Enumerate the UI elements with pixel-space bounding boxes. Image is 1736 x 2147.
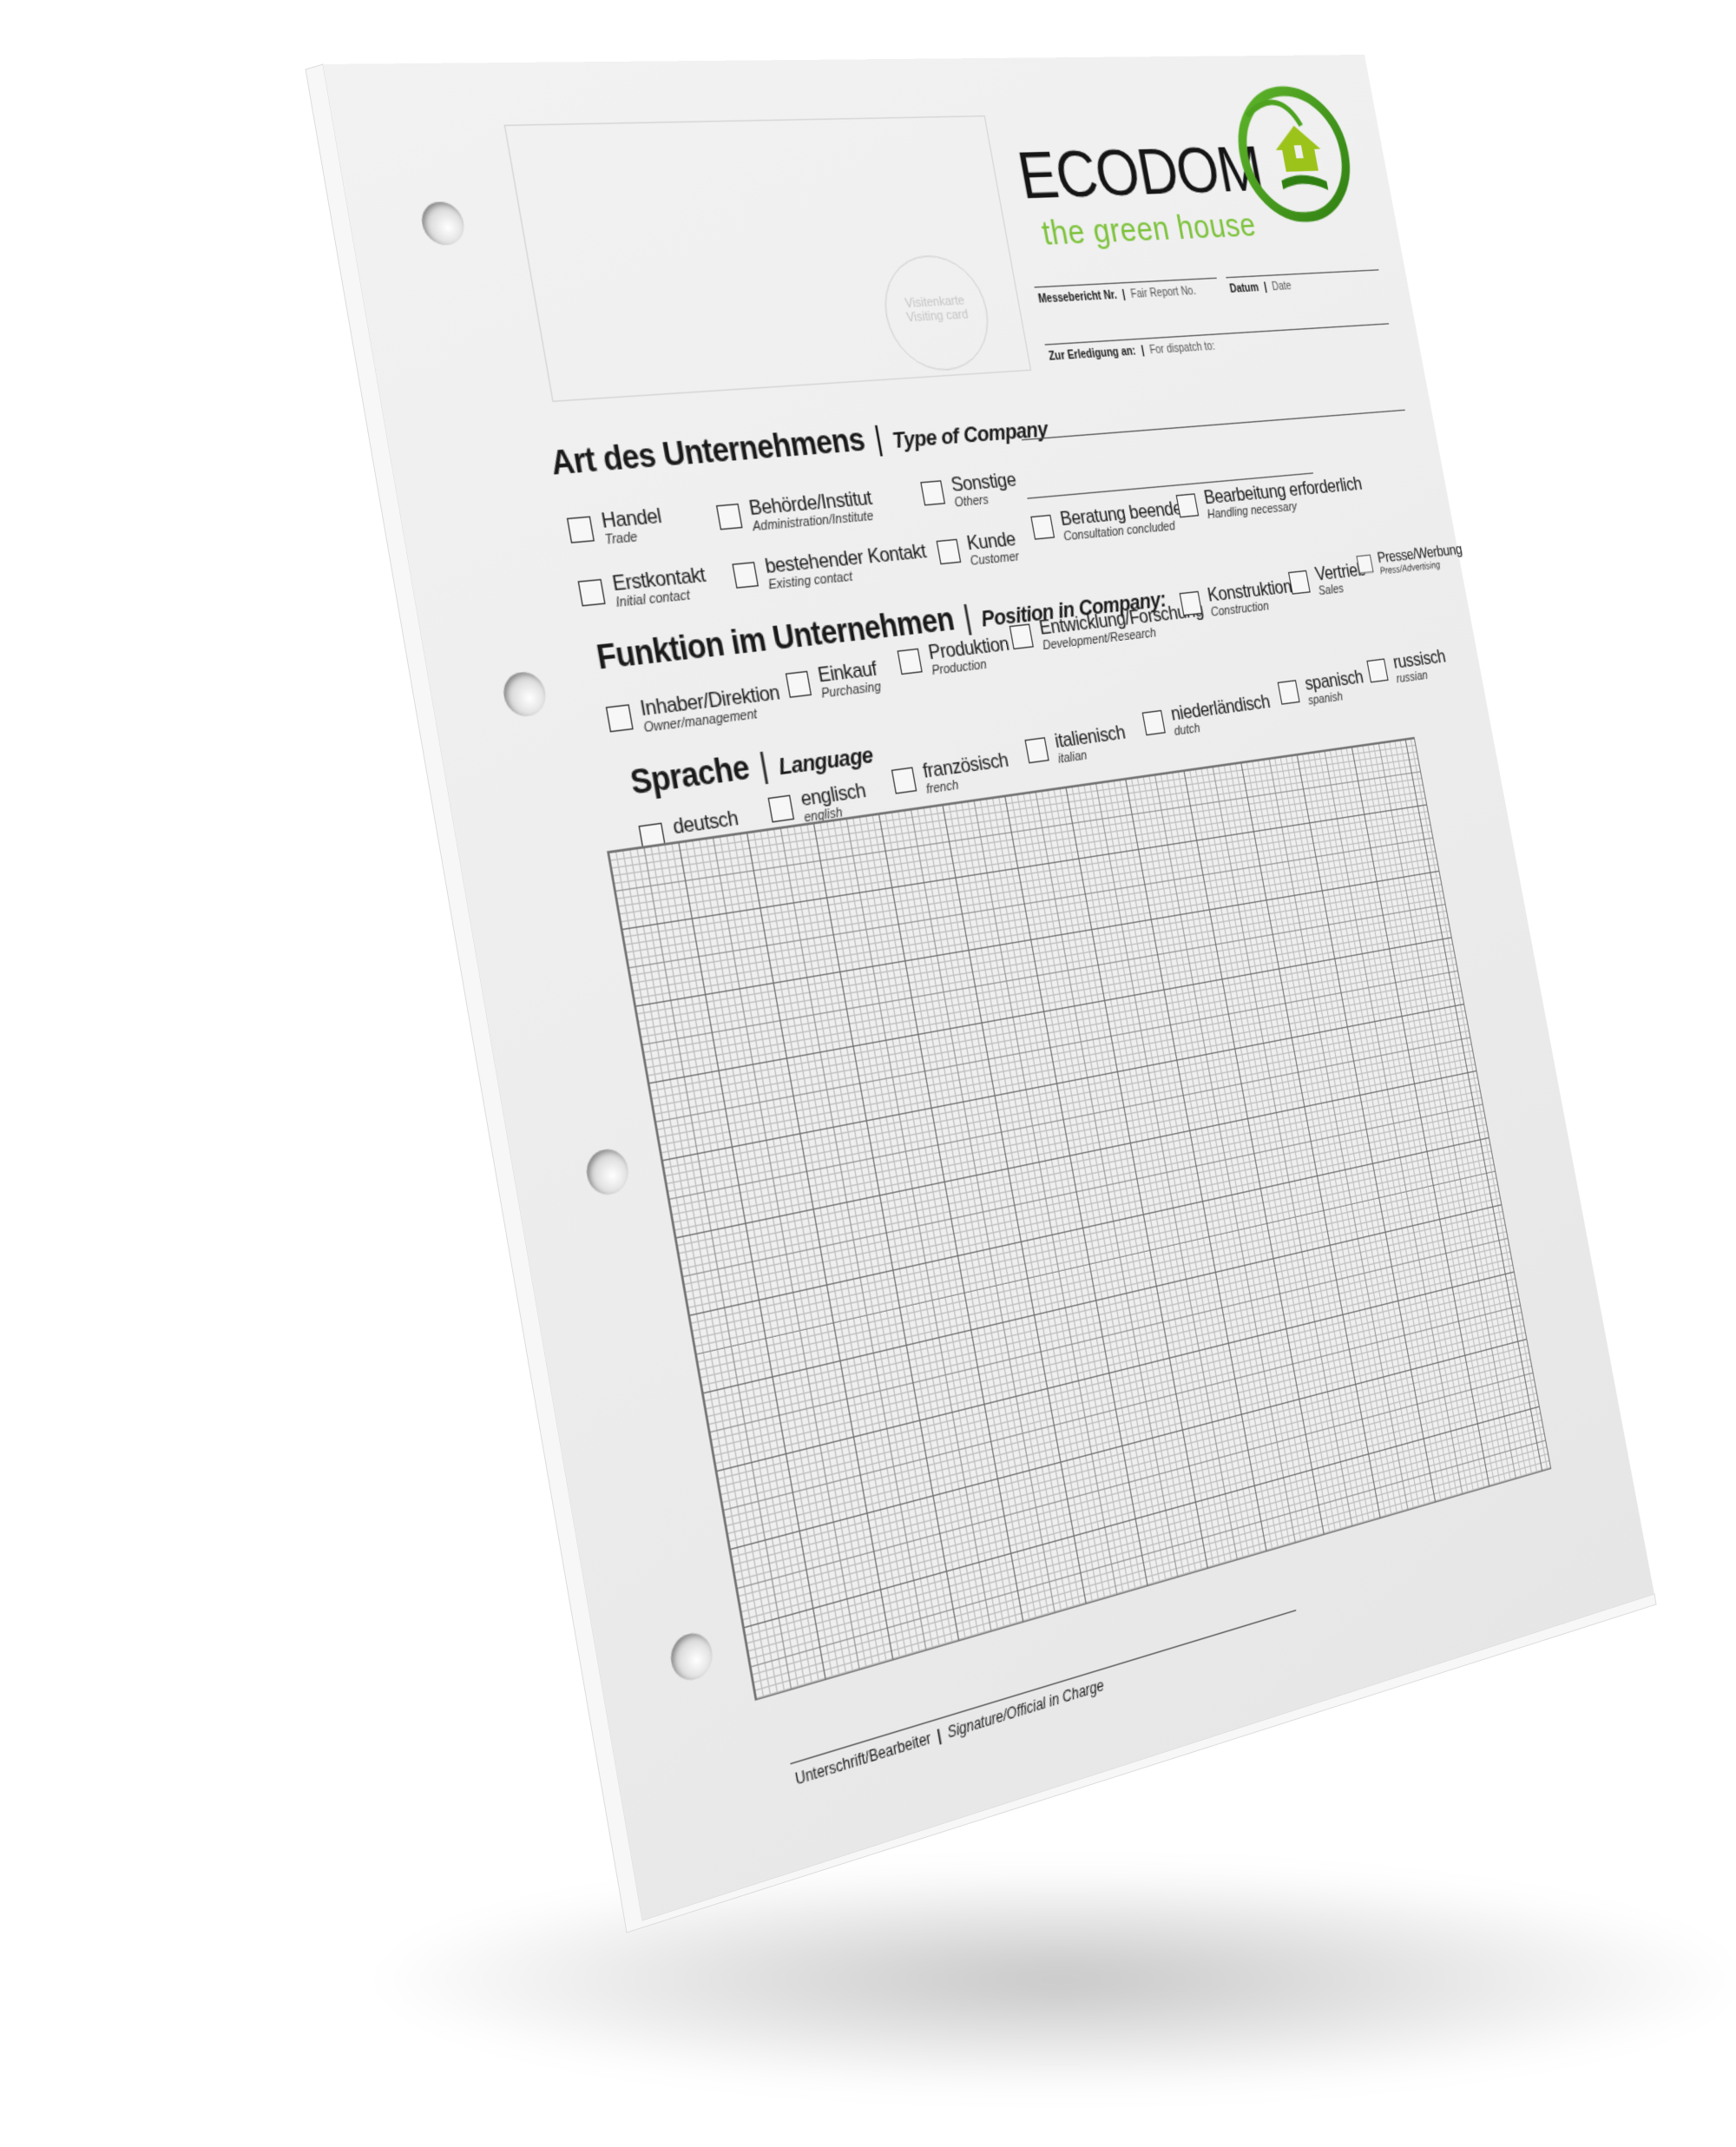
company-type-title-en: Type of Company xyxy=(891,418,1049,454)
option-franzoesisch[interactable]: französisch french xyxy=(891,749,1013,801)
dispatch-line[interactable] xyxy=(1045,323,1390,345)
dispatch-label: Zur Erledigung an: | For dispatch to: xyxy=(1048,340,1216,363)
dispatch-label-de: Zur Erledigung an: xyxy=(1048,346,1137,364)
report-no-label-de: Messebericht Nr. xyxy=(1037,289,1118,306)
company-type-line[interactable] xyxy=(1022,410,1405,441)
checkbox[interactable] xyxy=(1024,737,1049,763)
checkbox[interactable] xyxy=(1030,515,1055,540)
checkbox[interactable] xyxy=(898,649,923,675)
option-sonstige[interactable]: Sonstige Others xyxy=(919,470,1020,513)
separator: | xyxy=(757,747,771,785)
dispatch-label-en: For dispatch to: xyxy=(1148,340,1216,357)
checkbox[interactable] xyxy=(1288,570,1311,595)
checkbox[interactable] xyxy=(732,562,759,589)
visiting-card-stamp: Visitenkarte Visiting card xyxy=(876,254,997,373)
checkbox[interactable] xyxy=(1180,591,1203,616)
punch-hole xyxy=(500,670,549,719)
separator: | xyxy=(936,1726,943,1745)
punch-hole xyxy=(418,201,467,246)
option-kunde[interactable]: Kunde Customer xyxy=(936,529,1021,571)
checkbox[interactable] xyxy=(578,579,606,607)
date-line[interactable] xyxy=(1226,269,1378,278)
checkbox[interactable] xyxy=(891,767,917,794)
language-title-de: Sprache xyxy=(628,748,752,801)
separator: | xyxy=(871,420,884,457)
date-label-en: Date xyxy=(1271,280,1292,293)
option-bestehender-kontakt[interactable]: bestehender Kontakt Existing contact xyxy=(731,541,930,596)
checkbox[interactable] xyxy=(937,539,962,565)
separator: | xyxy=(961,599,974,636)
signature-label: Unterschrift/Bearbeiter | Signature/Offici… xyxy=(794,1676,1106,1788)
option-italienisch[interactable]: italienisch italian xyxy=(1023,722,1129,771)
language-title-en: Language xyxy=(777,743,875,781)
report-no-label-en: Fair Report No. xyxy=(1130,286,1197,301)
punch-hole xyxy=(667,1629,715,1685)
checkbox[interactable] xyxy=(920,480,945,505)
option-presse[interactable]: Presse/Werbung Press/Advertising xyxy=(1356,542,1465,579)
option-inhaber[interactable]: Inhaber/Direktion Owner/management xyxy=(605,682,784,740)
checkbox[interactable] xyxy=(786,671,812,698)
option-beratung-beendet[interactable]: Beratung beendet Consultation concluded xyxy=(1029,497,1190,546)
separator: | xyxy=(1263,281,1268,293)
checkbox[interactable] xyxy=(1009,623,1034,649)
date-label: Datum | Date xyxy=(1229,280,1292,296)
option-handel[interactable]: Handel Trade xyxy=(566,505,666,551)
brand-name: ECODOM xyxy=(1012,132,1268,214)
checkbox[interactable] xyxy=(606,704,634,732)
checkbox[interactable] xyxy=(1366,658,1388,682)
checkbox[interactable] xyxy=(1356,555,1373,574)
company-type-title-de: Art des Unternehmens xyxy=(548,422,867,483)
brand-tagline: the green house xyxy=(1039,207,1259,254)
punch-hole xyxy=(583,1146,632,1198)
option-konstruktion[interactable]: Konstruktion Construction xyxy=(1179,576,1296,622)
option-behoerde[interactable]: Behörde/Institut Administration/Institute xyxy=(715,488,876,537)
option-einkauf[interactable]: Einkauf Purchasing xyxy=(785,658,883,705)
checkbox[interactable] xyxy=(768,794,795,822)
checkbox[interactable] xyxy=(567,516,595,543)
checkbox[interactable] xyxy=(716,504,743,530)
visiting-card-area: Visitenkarte Visiting card xyxy=(504,115,1032,402)
separator: | xyxy=(1141,345,1146,358)
option-russisch[interactable]: russisch russian xyxy=(1365,647,1450,689)
graph-paper-notes-area[interactable] xyxy=(607,737,1551,1701)
report-no-label: Messebericht Nr. | Fair Report No. xyxy=(1037,286,1197,306)
separator: | xyxy=(1121,289,1127,301)
signature-label-de: Unterschrift/Bearbeiter xyxy=(794,1729,932,1789)
option-niederlaendisch[interactable]: niederländisch dutch xyxy=(1141,692,1274,743)
date-label-de: Datum xyxy=(1229,282,1260,296)
checkbox[interactable] xyxy=(1142,710,1166,736)
option-erstkontakt[interactable]: Erstkontakt Initial contact xyxy=(577,564,710,614)
option-spanisch[interactable]: spanisch spanish xyxy=(1277,667,1368,711)
checkbox[interactable] xyxy=(1176,493,1200,517)
checkbox[interactable] xyxy=(1278,680,1300,705)
